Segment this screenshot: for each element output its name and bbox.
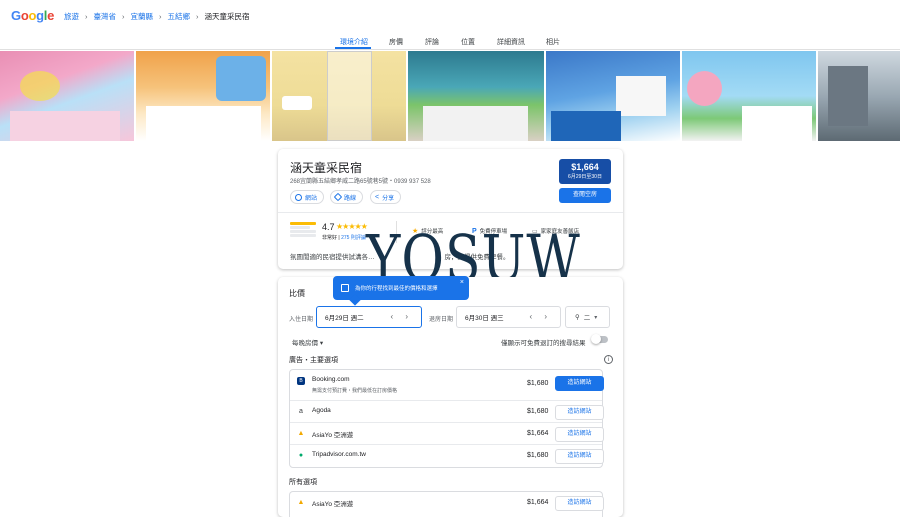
bathroom-photo[interactable] [272,51,406,141]
google-logo[interactable]: Google [11,8,54,23]
visit-site-button[interactable]: 造訪網站 [555,376,604,391]
visit-site-button[interactable]: 造訪網站 [555,427,604,442]
date-arrows-icon[interactable]: ‹ › [529,312,552,321]
agoda-logo-icon: a [299,408,303,415]
share-button[interactable]: < 分享 [370,190,402,204]
rating-value: 4.7 [322,222,335,232]
offer-provider[interactable]: Booking.com [312,376,350,383]
offer-price: $1,664 [527,499,549,506]
section-tabs: 環境介紹 房價 評論 位置 詳細資訊 相片 [0,32,900,50]
lowest-price: $1,664 [571,162,599,172]
ads-heading: 廣告・主要選項 [289,357,338,364]
offer-price: $1,680 [527,380,549,387]
all-options-heading: 所有選項 [289,479,317,486]
review-count-link[interactable]: 275 則評論 [341,235,366,241]
offer-provider[interactable]: Tripadvisor.com.tw [312,451,366,458]
tooltip-text: 為你的行程找到最佳的價格和選擇 [355,286,438,292]
asiayo-logo-icon: ▲ [297,430,305,437]
price-comparison-title: 比價 [289,289,305,298]
offer-row: ▲ AsiaYo 亞洲遊 $1,664 造訪網站 [289,491,604,517]
divider [278,212,623,213]
chevron-right-icon: › [196,12,199,21]
breadcrumb: 旅遊 › 臺灣省 › 宜蘭縣 › 五結鄉 › 涵天童采民宿 [64,11,250,22]
hotel-name: 涵天童采民宿 [290,161,363,175]
price-comparison-panel: 比價 為你的行程找到最佳的價格和選擇 × 入住日期 6月29日 週二 ‹ › 退… [278,276,623,517]
chevron-right-icon: › [159,12,162,21]
guest-selector[interactable]: ⚲ 二 ▾ [565,306,610,328]
offer-list: B Booking.com 無需支付預訂費・我們最低在訂房價格 $1,680 造… [289,369,604,468]
offer-row: a Agoda $1,680 造訪網站 [290,401,604,423]
offer-row: ● Tripadvisor.com.tw $1,680 造訪網站 [290,445,604,467]
hotel-address: 268宜蘭縣五結鄉孝威二路65號巷5號・0939 937 528 [290,179,431,185]
share-icon: < [375,193,380,201]
star-rating: ★★★★★ [336,222,368,231]
room-photo[interactable] [136,51,270,141]
price-dates: 6月29日至30日 [568,174,602,180]
breadcrumb-taiwan[interactable]: 臺灣省 [94,11,117,22]
room-photo[interactable] [0,51,134,141]
breadcrumb-travel[interactable]: 旅遊 [64,11,79,22]
chevron-down-icon: ▾ [594,314,598,321]
breadcrumb-current: 涵天童采民宿 [204,12,250,21]
breadcrumb-wujie[interactable]: 五結鄉 [168,11,191,22]
info-icon[interactable]: i [604,355,613,364]
close-icon[interactable]: × [460,279,464,286]
rating-label: 非常好 | 275 則評論 [322,235,366,241]
tab-photos[interactable]: 相片 [546,37,560,47]
offer-price: $1,680 [527,408,549,415]
checkout-label: 退房日期 [429,317,454,323]
sort-dropdown[interactable]: 每晚房價 ▾ [292,337,323,347]
tab-overview[interactable]: 環境介紹 [340,37,368,47]
breadcrumb-yilan[interactable]: 宜蘭縣 [131,11,154,22]
free-cancellation-toggle[interactable] [591,334,608,344]
offer-price: $1,664 [527,430,549,437]
room-photo[interactable] [546,51,680,141]
calendar-icon [341,284,349,292]
price-summary[interactable]: $1,664 6月29日至30日 [559,159,611,184]
offer-subtitle: 無需支付預訂費・我們最低在訂房價格 [312,388,398,394]
active-tab-indicator [335,47,371,49]
offer-provider[interactable]: AsiaYo 亞洲遊 [312,429,353,439]
check-availability-button[interactable]: 查閱空房 [559,188,611,203]
directions-icon [333,192,343,202]
exterior-photo[interactable] [818,51,900,141]
checkin-date-picker[interactable]: 6月29日 週二 ‹ › [316,306,422,328]
checkin-label: 入住日期 [289,317,314,323]
tab-details[interactable]: 詳細資訊 [497,37,525,47]
globe-icon [295,193,302,201]
top-bar: Google 旅遊 › 臺灣省 › 宜蘭縣 › 五結鄉 › 涵天童采民宿 [0,0,900,32]
tab-reviews[interactable]: 評論 [425,37,439,47]
date-arrows-icon[interactable]: ‹ › [390,312,413,321]
offer-price: $1,680 [527,452,549,459]
visit-site-button[interactable]: 造訪網站 [555,496,604,511]
visit-site-button[interactable]: 造訪網站 [555,405,604,420]
offer-row: ▲ AsiaYo 亞洲遊 $1,664 造訪網站 [290,423,604,445]
chevron-right-icon: › [122,12,125,21]
directions-button[interactable]: 路線 [330,190,364,204]
tab-prices[interactable]: 房價 [389,37,403,47]
offer-provider[interactable]: Agoda [312,407,331,414]
person-icon: ⚲ [575,314,580,321]
offer-row: B Booking.com 無需支付預訂費・我們最低在訂房價格 $1,680 造… [290,370,604,401]
tripadvisor-logo-icon: ● [298,452,304,459]
chevron-right-icon: › [85,12,88,21]
rating-histogram[interactable] [290,222,316,242]
checkout-date-picker[interactable]: 6月30日 週三 ‹ › [456,306,561,328]
free-cancellation-label: 僅顯示可免費退訂的搜尋結果 [501,340,586,347]
booking-logo-icon: B [297,377,305,385]
tab-location[interactable]: 位置 [461,37,475,47]
website-button[interactable]: 網站 [290,190,325,204]
visit-site-button[interactable]: 造訪網站 [555,449,604,464]
offer-provider[interactable]: AsiaYo 亞洲遊 [312,498,353,508]
caret-down-icon: ▾ [319,340,324,347]
room-photo[interactable] [682,51,816,141]
photo-gallery [0,51,900,141]
room-photo[interactable] [408,51,544,141]
tooltip-banner: 為你的行程找到最佳的價格和選擇 × [333,276,469,306]
